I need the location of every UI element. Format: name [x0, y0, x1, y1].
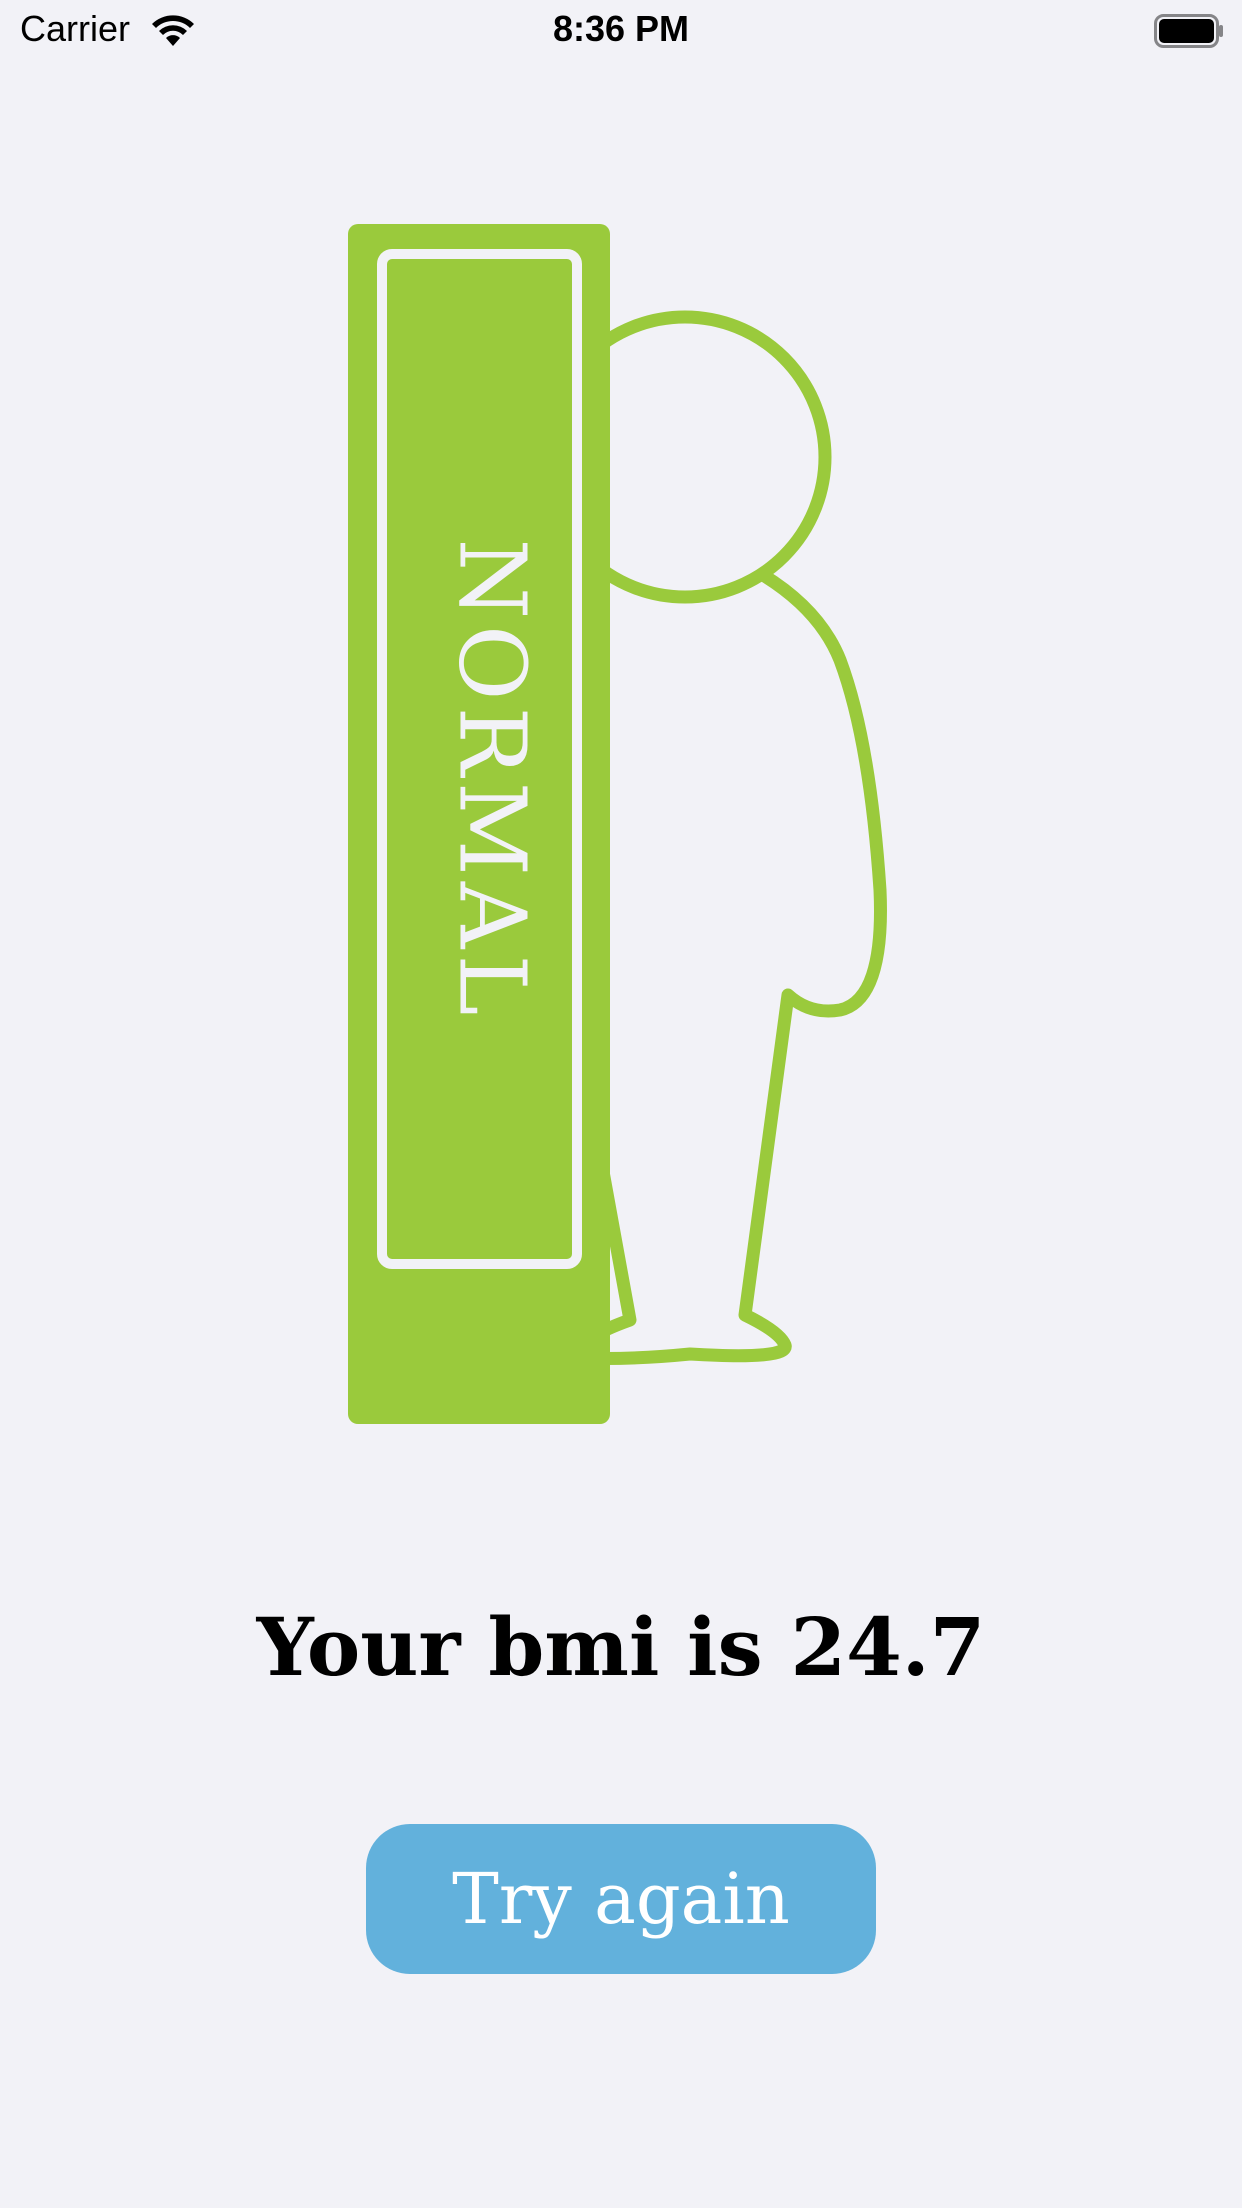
status-bar: Carrier 8:36 PM	[0, 0, 1242, 60]
try-again-button[interactable]: Try again	[366, 1824, 876, 1974]
book-spine	[348, 224, 610, 1424]
clock: 8:36 PM	[552, 8, 690, 49]
battery-icon	[1154, 14, 1223, 48]
screen: Carrier 8:36 PM NORMAL Your bmi is 24.7 …	[0, 0, 1242, 2208]
bmi-illustration	[348, 224, 887, 1424]
bmi-result-text: Your bmi is 24.7	[256, 1600, 986, 1694]
